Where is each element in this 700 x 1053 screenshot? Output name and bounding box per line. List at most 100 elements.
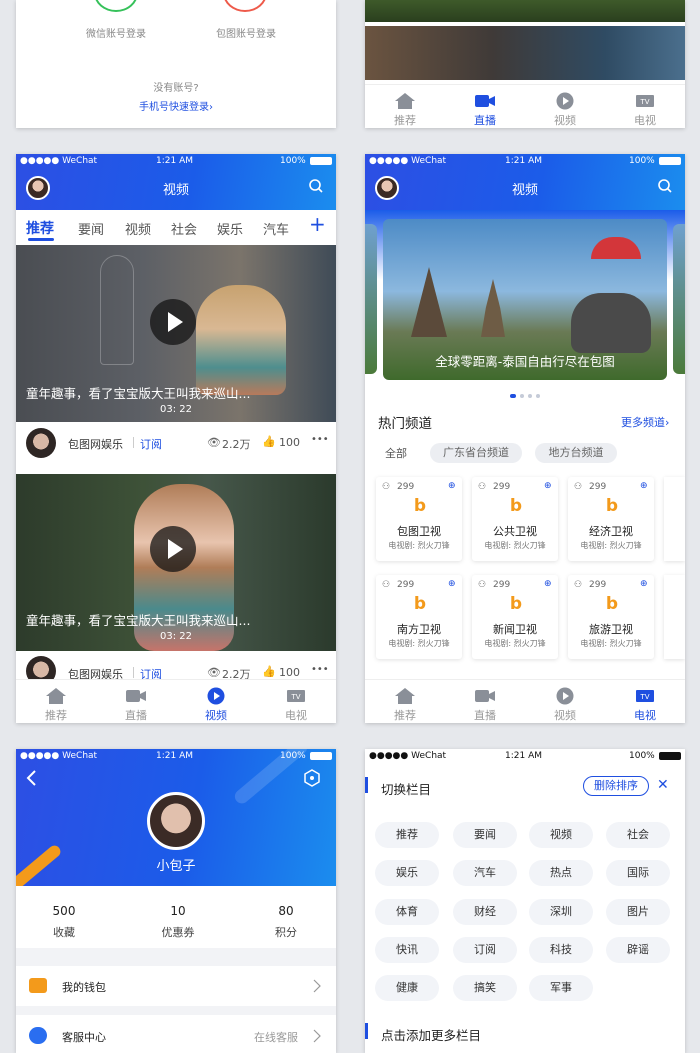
tab-recommend[interactable]: 推荐	[365, 680, 445, 723]
tab-video[interactable]: 视频	[525, 680, 605, 723]
delete-sort-button[interactable]: 删除排序	[583, 776, 649, 796]
column-item[interactable]: 订阅	[453, 937, 517, 963]
banner-prev-peek[interactable]	[365, 224, 377, 374]
baotu-icon[interactable]	[223, 0, 267, 12]
column-item[interactable]: 热点	[529, 860, 593, 886]
column-item[interactable]: 深圳	[529, 899, 593, 925]
tab-tv[interactable]: TV 电视	[605, 680, 685, 723]
baotu-login-label[interactable]: 包图账号登录	[196, 25, 296, 40]
wechat-icon[interactable]	[94, 0, 138, 12]
column-item[interactable]: 辟谣	[606, 937, 670, 963]
author-avatar[interactable]	[26, 428, 56, 458]
stat-favorites[interactable]: 500 收藏	[24, 904, 104, 940]
phone-login-link[interactable]: 手机号快速登录›	[16, 98, 336, 113]
filter-guangdong[interactable]: 广东省台频道	[430, 443, 522, 463]
menu-label: 我的钱包	[62, 981, 106, 994]
carousel-dot[interactable]	[520, 394, 524, 398]
menu-service[interactable]: 客服中心 在线客服	[16, 1015, 336, 1053]
tab-cat-1[interactable]: 要闻	[78, 219, 104, 238]
video-thumbnail[interactable]: 童年趣事，看了宝宝版大王叫我来巡山... 03: 22	[16, 474, 336, 651]
channel-card[interactable]: ⚇ 299 ⊕ b 南方卫视 电视剧: 烈火刀锋	[376, 575, 462, 659]
filter-local[interactable]: 地方台频道	[535, 443, 617, 463]
landscape-image[interactable]	[365, 0, 685, 22]
tab-live[interactable]: 直播	[445, 680, 525, 723]
channel-card-peek[interactable]	[664, 575, 685, 659]
author-name[interactable]: 包图网娱乐	[68, 436, 123, 452]
tab-cat-5[interactable]: 汽车	[263, 219, 289, 238]
column-item[interactable]: 快讯	[375, 937, 439, 963]
tab-live[interactable]: 直播	[445, 85, 525, 128]
wechat-login-label[interactable]: 微信账号登录	[66, 25, 166, 40]
stat-coupons[interactable]: 10 优惠券	[138, 904, 218, 940]
tab-live[interactable]: 直播	[96, 680, 176, 723]
column-item[interactable]: 体育	[375, 899, 439, 925]
battery-text: 100%	[629, 751, 655, 761]
subscribe-link[interactable]: 订阅	[140, 436, 162, 452]
play-circle-icon	[556, 687, 574, 705]
close-icon[interactable]: ✕	[657, 777, 669, 793]
channel-card-peek[interactable]	[664, 477, 685, 561]
tab-cat-3[interactable]: 社会	[171, 219, 197, 238]
tab-recommend[interactable]: 推荐	[16, 680, 96, 723]
channel-card[interactable]: ⚇ 299 ⊕ b 公共卫视 电视剧: 烈火刀锋	[472, 477, 558, 561]
play-button[interactable]	[150, 299, 196, 345]
thumbs-up-icon[interactable]: 👍	[262, 435, 276, 448]
column-item[interactable]: 科技	[529, 937, 593, 963]
svg-text:TV: TV	[639, 98, 649, 106]
channel-card[interactable]: ⚇ 299 ⊕ b 包图卫视 电视剧: 烈火刀锋	[376, 477, 462, 561]
channel-card[interactable]: ⚇ 299 ⊕ b 新闻卫视 电视剧: 烈火刀锋	[472, 575, 558, 659]
city-image[interactable]	[365, 26, 685, 80]
tab-cat-2[interactable]: 视频	[125, 219, 151, 238]
travel-banner[interactable]: 全球零距离-泰国自由行尽在包图	[383, 219, 667, 380]
column-item[interactable]: 要闻	[453, 822, 517, 848]
thumbs-up-icon[interactable]: 👍	[262, 665, 276, 678]
column-item[interactable]: 娱乐	[375, 860, 439, 886]
people-icon: ⚇	[574, 580, 583, 590]
tab-tv[interactable]: TV 电视	[256, 680, 336, 723]
column-item[interactable]: 推荐	[375, 822, 439, 848]
video-thumbnail[interactable]: 童年趣事，看了宝宝版大王叫我来巡山... 03: 22	[16, 245, 336, 422]
menu-wallet[interactable]: 我的钱包	[16, 966, 336, 1006]
back-arrow-icon[interactable]	[24, 769, 40, 787]
channel-card[interactable]: ⚇ 299 ⊕ b 经济卫视 电视剧: 烈火刀锋	[568, 477, 654, 561]
column-item[interactable]: 搞笑	[453, 975, 517, 1001]
settings-icon[interactable]	[303, 769, 321, 787]
play-button[interactable]	[150, 526, 196, 572]
filter-all[interactable]: 全部	[385, 445, 407, 461]
column-item[interactable]: 军事	[529, 975, 593, 1001]
tab-tv[interactable]: TV 电视	[605, 85, 685, 128]
column-item[interactable]: 国际	[606, 860, 670, 886]
search-icon[interactable]	[657, 178, 673, 194]
tab-video[interactable]: 视频	[525, 85, 605, 128]
tab-cat-4[interactable]: 娱乐	[217, 219, 243, 238]
avatar[interactable]	[147, 792, 205, 850]
banner-next-peek[interactable]	[673, 224, 685, 374]
camera-icon	[475, 690, 495, 702]
tab-cat-0[interactable]: 推荐	[26, 218, 54, 238]
tab-recommend[interactable]: 推荐	[365, 85, 445, 128]
section-marker	[365, 1023, 368, 1039]
stat-points[interactable]: 80 积分	[246, 904, 326, 940]
people-icon: ⚇	[478, 482, 487, 492]
carousel-dot[interactable]	[528, 394, 532, 398]
more-icon[interactable]: •••	[311, 664, 329, 675]
globe-icon: ⊕	[448, 481, 456, 491]
column-item[interactable]: 社会	[606, 822, 670, 848]
channel-card[interactable]: ⚇ 299 ⊕ b 旅游卫视 电视剧: 烈火刀锋	[568, 575, 654, 659]
column-item[interactable]: 健康	[375, 975, 439, 1001]
play-circle-icon	[556, 92, 574, 110]
tab-tv-label: 电视	[634, 114, 656, 127]
column-item[interactable]: 图片	[606, 899, 670, 925]
carousel-dot-active[interactable]	[510, 394, 516, 398]
add-category-button[interactable]: +	[309, 212, 326, 236]
column-item[interactable]: 财经	[453, 899, 517, 925]
carousel-dot[interactable]	[536, 394, 540, 398]
tab-video[interactable]: 视频	[176, 680, 256, 723]
more-channels-link[interactable]: 更多频道›	[621, 414, 669, 430]
search-icon[interactable]	[308, 178, 324, 194]
column-item[interactable]: 视频	[529, 822, 593, 848]
add-more-title[interactable]: 点击添加更多栏目	[381, 1025, 481, 1044]
more-icon[interactable]: •••	[311, 434, 329, 445]
clock: 1:21 AM	[156, 751, 193, 761]
column-item[interactable]: 汽车	[453, 860, 517, 886]
